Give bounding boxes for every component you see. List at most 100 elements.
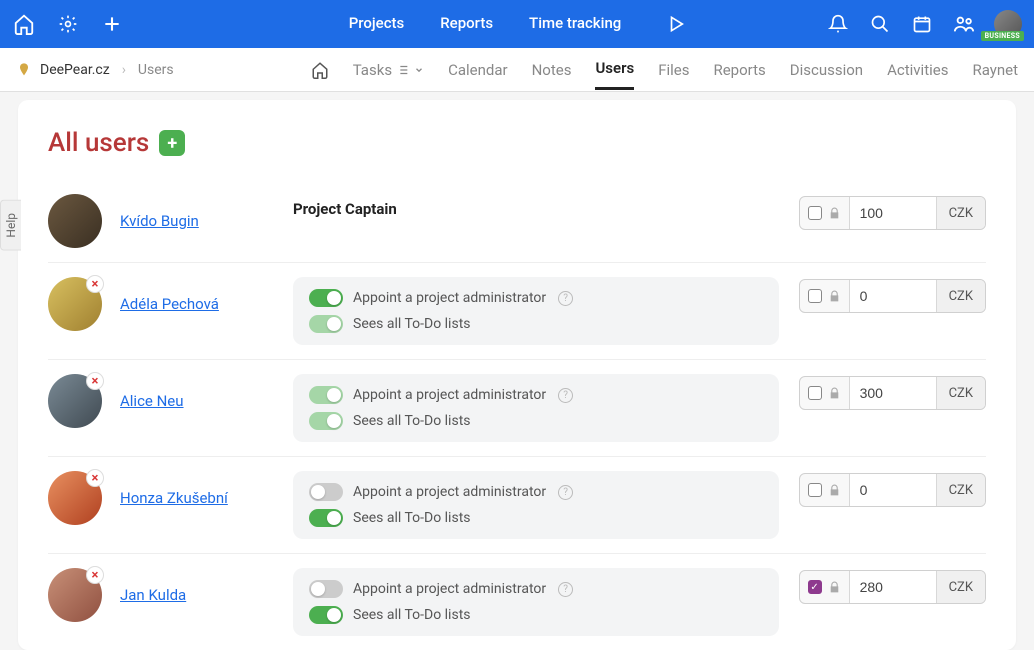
permissions-box: Appoint a project administrator? Sees all… — [293, 568, 779, 636]
tab-discussion[interactable]: Discussion — [790, 51, 863, 89]
rate-input[interactable] — [850, 571, 936, 603]
rate-checkbox[interactable] — [808, 386, 822, 400]
rate-checkbox[interactable] — [808, 206, 822, 220]
lock-icon — [828, 387, 841, 400]
tasks-view-switch[interactable] — [398, 63, 424, 77]
play-icon[interactable] — [665, 14, 685, 34]
remove-user-button[interactable]: × — [86, 469, 104, 487]
rate-checkbox[interactable] — [808, 483, 822, 497]
page-title: All users — [48, 128, 149, 158]
user-row: Kvído Bugin Project Captain CZK — [48, 180, 986, 262]
perm-row-sees-all-todos: Sees all To-Do lists — [309, 606, 763, 624]
remove-user-button[interactable]: × — [86, 275, 104, 293]
perm-row-appoint-admin: Appoint a project administrator? — [309, 580, 763, 598]
user-name-link[interactable]: Honza Zkušební — [120, 489, 228, 507]
avatar[interactable]: BUSINESS — [994, 10, 1022, 38]
perm-label: Appoint a project administrator — [353, 581, 546, 597]
chevron-right-icon: › — [122, 62, 126, 78]
toggle-sees-all-todos[interactable] — [309, 315, 343, 333]
user-role-label: Project Captain — [293, 194, 779, 218]
toggle-sees-all-todos[interactable] — [309, 412, 343, 430]
user-name-link[interactable]: Kvído Bugin — [120, 212, 199, 230]
user-list: Kvído Bugin Project Captain CZK × Adéla Pech… — [48, 180, 986, 650]
perm-row-sees-all-todos: Sees all To-Do lists — [309, 509, 763, 527]
user-row: × Alice Neu Appoint a project administrato… — [48, 359, 986, 456]
nav-reports[interactable]: Reports — [440, 14, 493, 34]
rate-checkbox[interactable] — [808, 289, 822, 303]
rate-currency: CZK — [936, 280, 985, 312]
calendar-icon[interactable] — [910, 12, 934, 36]
gear-icon[interactable] — [56, 12, 80, 36]
help-icon[interactable]: ? — [558, 291, 573, 306]
sub-nav: Tasks Calendar Notes Users Files Reports… — [311, 49, 1018, 90]
rate-checkbox[interactable]: ✓ — [808, 580, 822, 594]
toggle-appoint-admin[interactable] — [309, 580, 343, 598]
rate-currency: CZK — [936, 377, 985, 409]
rate-input[interactable] — [850, 474, 936, 506]
toggle-appoint-admin[interactable] — [309, 289, 343, 307]
help-icon[interactable]: ? — [558, 582, 573, 597]
toggle-appoint-admin[interactable] — [309, 483, 343, 501]
tab-notes[interactable]: Notes — [532, 51, 572, 89]
main-panel: All users + Kvído Bugin Project Captain CZ… — [18, 100, 1016, 650]
home-icon[interactable] — [12, 12, 36, 36]
rate-group: ✓ CZK — [799, 570, 986, 604]
tab-files[interactable]: Files — [658, 51, 689, 89]
rate-group: CZK — [799, 196, 986, 230]
remove-user-button[interactable]: × — [86, 566, 104, 584]
lock-icon — [828, 484, 841, 497]
search-icon[interactable] — [868, 12, 892, 36]
project-icon — [16, 62, 32, 78]
add-user-button[interactable]: + — [159, 130, 185, 156]
tab-activities[interactable]: Activities — [887, 51, 948, 89]
tab-tasks[interactable]: Tasks — [353, 51, 392, 89]
avatar[interactable]: × — [48, 374, 102, 428]
nav-projects[interactable]: Projects — [349, 14, 405, 34]
rate-input[interactable] — [850, 197, 936, 229]
plus-icon[interactable] — [100, 12, 124, 36]
subnav-home-icon[interactable] — [311, 61, 329, 79]
avatar[interactable]: × — [48, 568, 102, 622]
nav-time-tracking[interactable]: Time tracking — [529, 14, 621, 34]
help-icon[interactable]: ? — [558, 485, 573, 500]
permissions-box: Appoint a project administrator?Sees all… — [293, 374, 779, 442]
breadcrumb-project[interactable]: DeePear.cz — [40, 62, 110, 78]
permissions-box: Appoint a project administrator?Sees all… — [293, 471, 779, 539]
user-row: × Honza Zkušební Appoint a project adminis… — [48, 456, 986, 553]
toggle-appoint-admin[interactable] — [309, 386, 343, 404]
rate-group: CZK — [799, 376, 986, 410]
user-name-link[interactable]: Jan Kulda — [120, 586, 186, 604]
toggle-sees-all-todos[interactable] — [309, 606, 343, 624]
bell-icon[interactable] — [826, 12, 850, 36]
rate-group: CZK — [799, 279, 986, 313]
lock-icon — [828, 581, 841, 594]
tab-raynet[interactable]: Raynet — [972, 51, 1018, 89]
avatar[interactable] — [48, 194, 102, 248]
rate-group: CZK — [799, 473, 986, 507]
perm-label: Sees all To-Do lists — [353, 607, 471, 623]
lock-icon — [828, 290, 841, 303]
tab-reports[interactable]: Reports — [713, 51, 765, 89]
rate-input[interactable] — [850, 377, 936, 409]
avatar[interactable]: × — [48, 277, 102, 331]
avatar[interactable]: × — [48, 471, 102, 525]
perm-label: Appoint a project administrator — [353, 290, 546, 306]
perm-row-appoint-admin: Appoint a project administrator? — [309, 289, 763, 307]
permissions-box: Appoint a project administrator? Sees all… — [293, 277, 779, 345]
user-name-link[interactable]: Alice Neu — [120, 392, 184, 410]
top-bar: Projects Reports Time tracking BUSINESS — [0, 0, 1034, 48]
rate-currency: CZK — [936, 197, 985, 229]
help-icon[interactable]: ? — [558, 388, 573, 403]
remove-user-button[interactable]: × — [86, 372, 104, 390]
tab-calendar[interactable]: Calendar — [448, 51, 508, 89]
users-icon[interactable] — [952, 12, 976, 36]
user-row: × Adéla Pechová Appoint a project administ… — [48, 262, 986, 359]
user-name-link[interactable]: Adéla Pechová — [120, 295, 219, 313]
perm-label: Sees all To-Do lists — [353, 413, 471, 429]
perm-label: Sees all To-Do lists — [353, 316, 471, 332]
toggle-sees-all-todos[interactable] — [309, 509, 343, 527]
tab-users[interactable]: Users — [595, 49, 634, 90]
help-tab[interactable]: Help — [0, 200, 21, 251]
rate-currency: CZK — [936, 571, 985, 603]
rate-input[interactable] — [850, 280, 936, 312]
